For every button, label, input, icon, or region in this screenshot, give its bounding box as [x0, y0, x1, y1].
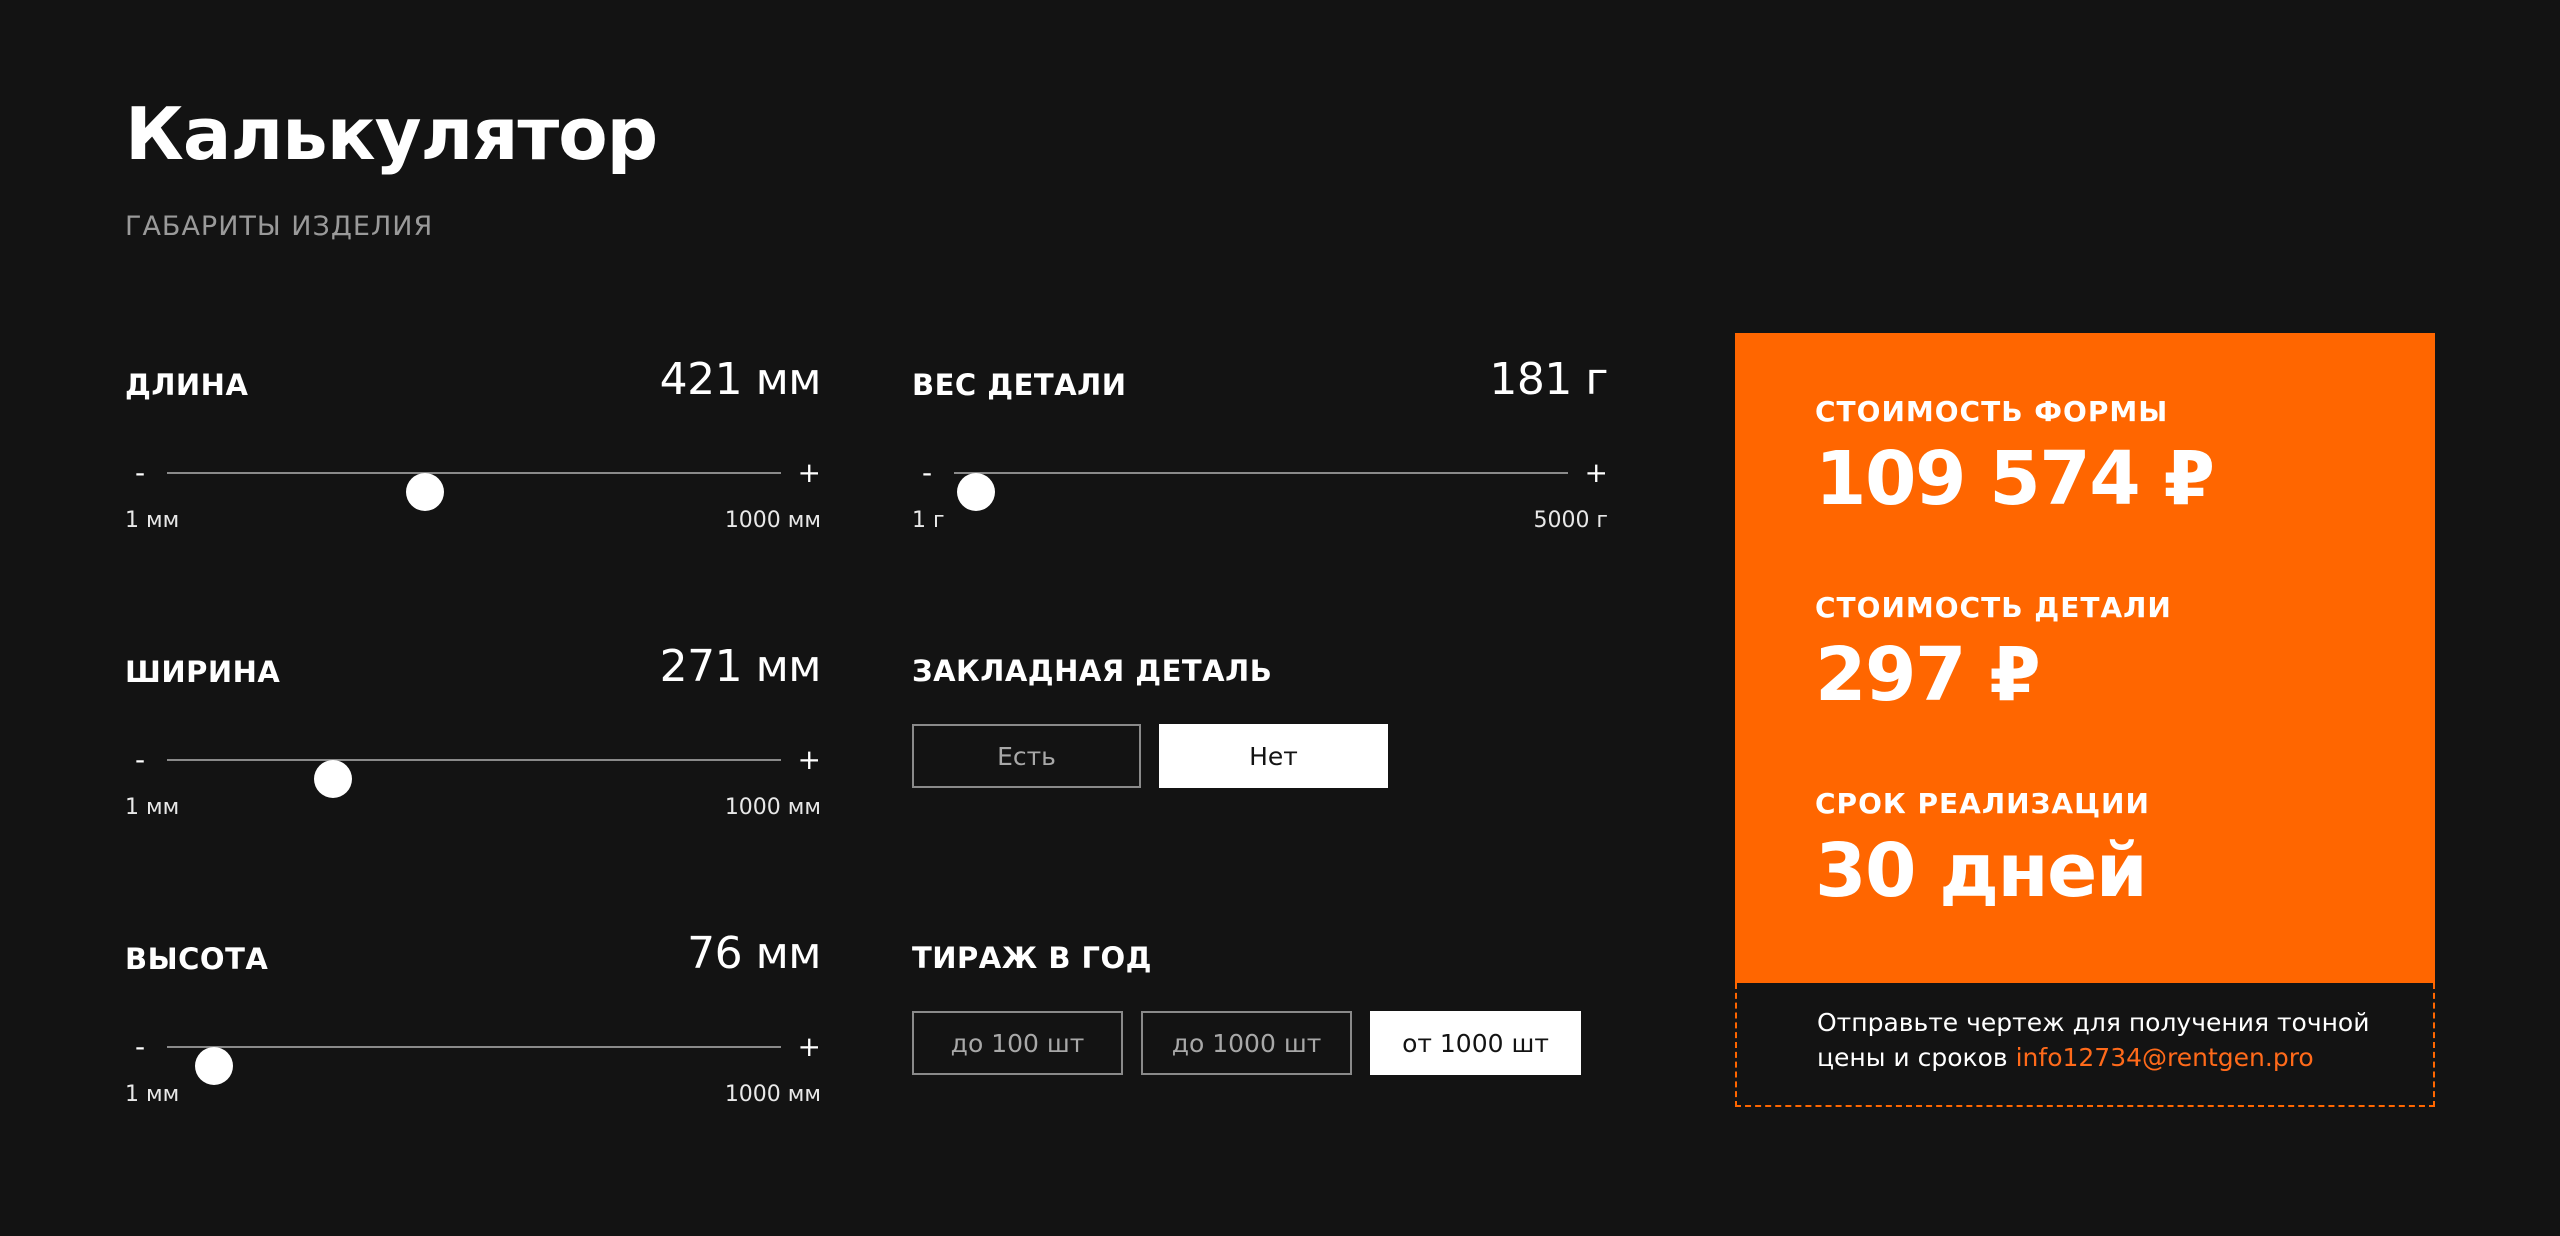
width-min-label: 1 мм: [125, 795, 180, 820]
length-slider-thumb[interactable]: [406, 473, 445, 511]
width-label: ШИРИНА: [125, 655, 281, 689]
mold-cost: СТОИМОСТЬ ФОРМЫ 109 574 ₽: [1815, 395, 2215, 522]
contact-note-text: Отправьте чертеж для получения точной це…: [1817, 1005, 2377, 1075]
length-min-label: 1 мм: [125, 508, 180, 533]
term-label: СРОК РЕАЛИЗАЦИИ: [1815, 787, 2150, 820]
weight-decrease-button[interactable]: -: [922, 453, 932, 493]
volume-option-over-1000[interactable]: от 1000 шт: [1370, 1011, 1581, 1075]
section-subtitle: ГАБАРИТЫ ИЗДЕЛИЯ: [125, 211, 434, 242]
part-cost-label: СТОИМОСТЬ ДЕТАЛИ: [1815, 591, 2172, 624]
insert-option-yes[interactable]: Есть: [912, 724, 1141, 788]
contact-note: Отправьте чертеж для получения точной це…: [1735, 983, 2435, 1107]
length-max-label: 1000 мм: [724, 508, 821, 533]
width-increase-button[interactable]: +: [798, 740, 821, 780]
part-cost: СТОИМОСТЬ ДЕТАЛИ 297 ₽: [1815, 591, 2172, 712]
volume-option-1000[interactable]: до 1000 шт: [1141, 1011, 1352, 1075]
weight-slider-track[interactable]: [954, 472, 1568, 511]
height-label: ВЫСОТА: [125, 942, 269, 976]
height-slider-track[interactable]: [167, 1046, 781, 1085]
height-increase-button[interactable]: +: [798, 1027, 821, 1067]
height-slider[interactable]: - +: [125, 1027, 821, 1085]
term-value: 30 дней: [1815, 828, 2148, 914]
length-value: 421 мм: [659, 354, 822, 405]
insert-option-no[interactable]: Нет: [1159, 724, 1388, 788]
width-value: 271 мм: [659, 641, 822, 692]
mold-cost-value: 109 574 ₽: [1815, 436, 2215, 522]
weight-label: ВЕС ДЕТАЛИ: [912, 368, 1127, 402]
calculator-page: Калькулятор ГАБАРИТЫ ИЗДЕЛИЯ ДЛИНА 421 м…: [0, 0, 2560, 1236]
length-increase-button[interactable]: +: [798, 453, 821, 493]
part-cost-value: 297 ₽: [1815, 632, 2041, 718]
height-slider-thumb[interactable]: [194, 1047, 233, 1085]
width-slider-thumb[interactable]: [314, 760, 353, 798]
length-slider[interactable]: - +: [125, 453, 821, 511]
width-decrease-button[interactable]: -: [135, 740, 145, 780]
length-slider-track[interactable]: [167, 472, 781, 511]
weight-slider[interactable]: - +: [912, 453, 1608, 511]
mold-cost-label: СТОИМОСТЬ ФОРМЫ: [1815, 395, 2169, 428]
width-max-label: 1000 мм: [724, 795, 821, 820]
height-decrease-button[interactable]: -: [135, 1027, 145, 1067]
page-title: Калькулятор: [125, 92, 658, 176]
weight-value: 181 г: [1489, 354, 1608, 405]
weight-increase-button[interactable]: +: [1585, 453, 1608, 493]
contact-email-link[interactable]: info12734@rentgen.pro: [2016, 1043, 2314, 1072]
width-slider[interactable]: - +: [125, 740, 821, 798]
term: СРОК РЕАЛИЗАЦИИ 30 дней: [1815, 787, 2150, 908]
width-slider-track[interactable]: [167, 759, 781, 798]
height-value: 76 мм: [687, 928, 821, 979]
length-decrease-button[interactable]: -: [135, 453, 145, 493]
result-panel: СТОИМОСТЬ ФОРМЫ 109 574 ₽ СТОИМОСТЬ ДЕТА…: [1735, 333, 2435, 983]
insert-label: ЗАКЛАДНАЯ ДЕТАЛЬ: [912, 654, 1273, 688]
height-min-label: 1 мм: [125, 1082, 180, 1107]
volume-label: ТИРАЖ В ГОД: [912, 941, 1153, 975]
height-max-label: 1000 мм: [724, 1082, 821, 1107]
weight-slider-thumb[interactable]: [957, 473, 996, 511]
volume-option-100[interactable]: до 100 шт: [912, 1011, 1123, 1075]
weight-max-label: 5000 г: [1533, 508, 1608, 533]
length-label: ДЛИНА: [125, 368, 249, 402]
weight-min-label: 1 г: [912, 508, 945, 533]
